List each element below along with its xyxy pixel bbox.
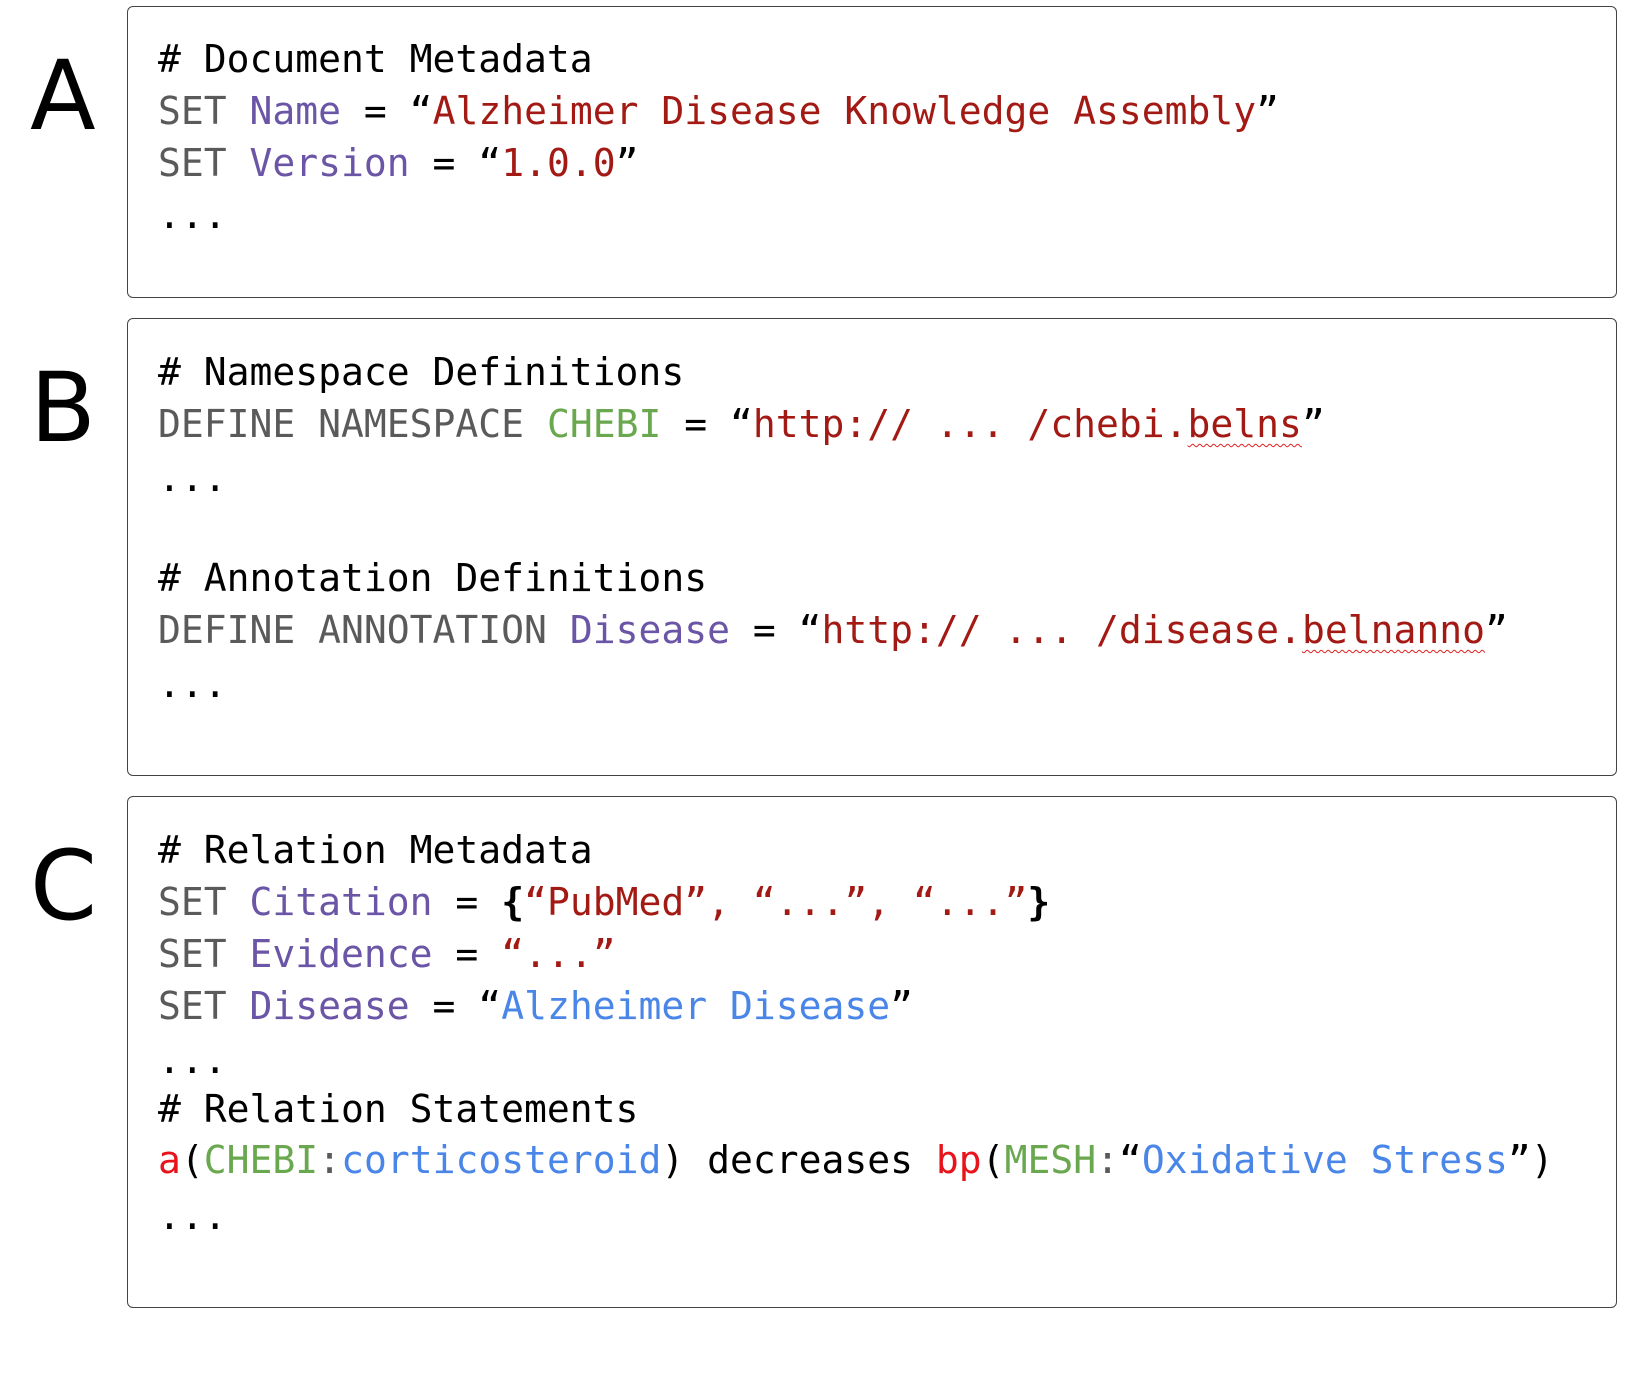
close-brace: } bbox=[1027, 880, 1051, 924]
relation-metadata-heading: # Relation Metadata bbox=[158, 828, 593, 872]
name-value: Alzheimer Disease Knowledge Assembly bbox=[432, 89, 1257, 133]
relation-statement-line: a(CHEBI:corticosteroid) decreases bp(MES… bbox=[158, 1141, 1554, 1179]
document-metadata-heading: # Document Metadata bbox=[158, 37, 593, 81]
define-namespace-line: DEFINE NAMESPACE CHEBI = “http:// ... /c… bbox=[158, 405, 1325, 443]
namespace-colon: : bbox=[318, 1138, 342, 1182]
ellipsis: ... bbox=[158, 662, 227, 706]
citation-values: “PubMed”, “...”, “...” bbox=[524, 880, 1028, 924]
panel-label-b: B bbox=[30, 352, 96, 464]
citation-key: Citation bbox=[249, 880, 433, 924]
namespace-url-extension: belns bbox=[1187, 402, 1302, 446]
set-keyword: SET bbox=[158, 880, 250, 924]
equals-operator: = bbox=[729, 608, 799, 652]
close-quote: ” bbox=[1301, 402, 1325, 446]
equals-operator: = bbox=[432, 880, 502, 924]
abundance-function: a bbox=[158, 1138, 181, 1182]
close-paren: ) bbox=[661, 1138, 708, 1182]
oxidative-stress-term: Oxidative Stress bbox=[1141, 1138, 1508, 1182]
close-quote: ” bbox=[615, 141, 639, 185]
name-key: Name bbox=[249, 89, 342, 133]
disease-value: Alzheimer Disease bbox=[501, 984, 891, 1028]
definitions-box: # Namespace Definitions DEFINE NAMESPACE… bbox=[127, 318, 1617, 776]
chebi-namespace-key: CHEBI bbox=[546, 402, 662, 446]
disease-annotation-key: Disease bbox=[569, 608, 730, 652]
set-keyword: SET bbox=[158, 984, 250, 1028]
equals-operator: = bbox=[432, 932, 502, 976]
equals-operator: = bbox=[661, 402, 730, 446]
set-keyword: SET bbox=[158, 141, 250, 185]
open-brace: { bbox=[501, 880, 525, 924]
set-name-line: SET Name = “Alzheimer Disease Knowledge … bbox=[158, 92, 1279, 130]
evidence-key: Evidence bbox=[249, 932, 433, 976]
set-disease-line: SET Disease = “Alzheimer Disease” bbox=[158, 987, 913, 1025]
open-paren: ( bbox=[981, 1138, 1005, 1182]
relation-decreases: decreases bbox=[707, 1138, 936, 1182]
open-paren: ( bbox=[180, 1138, 204, 1182]
namespace-definitions-heading: # Namespace Definitions bbox=[158, 350, 685, 394]
corticosteroid-term: corticosteroid bbox=[341, 1138, 662, 1182]
open-quote: “ bbox=[409, 89, 433, 133]
version-value: 1.0.0 bbox=[501, 141, 616, 185]
relation-box: # Relation Metadata SET Citation = {“Pub… bbox=[127, 796, 1617, 1308]
equals-operator: = bbox=[341, 89, 410, 133]
close-quote: ” bbox=[1256, 89, 1280, 133]
ellipsis: ... bbox=[158, 456, 227, 500]
ellipsis: ... bbox=[158, 1194, 227, 1238]
close-paren: ) bbox=[1530, 1138, 1554, 1182]
panel-label-c: C bbox=[30, 830, 98, 942]
annotation-definitions-heading: # Annotation Definitions bbox=[158, 556, 708, 600]
annotation-url: http:// ... /disease. bbox=[821, 608, 1302, 652]
set-evidence-line: SET Evidence = “...” bbox=[158, 935, 616, 973]
namespace-url: http:// ... /chebi. bbox=[752, 402, 1188, 446]
close-quote: ” bbox=[1507, 1138, 1531, 1182]
panel-label-a: A bbox=[30, 40, 96, 152]
mesh-namespace: MESH bbox=[1004, 1138, 1097, 1182]
equals-operator: = bbox=[409, 984, 479, 1028]
open-quote: “ bbox=[478, 984, 502, 1028]
close-quote: ” bbox=[890, 984, 914, 1028]
close-quote: ” bbox=[1484, 608, 1508, 652]
open-quote: “ bbox=[1118, 1138, 1142, 1182]
set-keyword: SET bbox=[158, 89, 250, 133]
annotation-url-extension: belnanno bbox=[1301, 608, 1485, 652]
evidence-value: “...” bbox=[501, 932, 616, 976]
open-quote: “ bbox=[729, 402, 753, 446]
disease-key: Disease bbox=[249, 984, 410, 1028]
set-version-line: SET Version = “1.0.0” bbox=[158, 144, 638, 182]
define-namespace-keyword: DEFINE NAMESPACE bbox=[158, 402, 547, 446]
ellipsis: ... bbox=[158, 193, 227, 237]
define-annotation-line: DEFINE ANNOTATION Disease = “http:// ...… bbox=[158, 611, 1508, 649]
chebi-namespace: CHEBI bbox=[203, 1138, 319, 1182]
biological-process-function: bp bbox=[935, 1138, 982, 1182]
equals-operator: = bbox=[409, 141, 479, 185]
relation-statements-heading: # Relation Statements bbox=[158, 1087, 639, 1131]
set-keyword: SET bbox=[158, 932, 250, 976]
set-citation-line: SET Citation = {“PubMed”, “...”, “...”} bbox=[158, 883, 1050, 921]
version-key: Version bbox=[249, 141, 410, 185]
ellipsis: ... bbox=[158, 1038, 227, 1082]
open-quote: “ bbox=[478, 141, 502, 185]
document-metadata-box: # Document Metadata SET Name = “Alzheime… bbox=[127, 6, 1617, 298]
namespace-colon: : bbox=[1096, 1138, 1119, 1182]
open-quote: “ bbox=[798, 608, 822, 652]
define-annotation-keyword: DEFINE ANNOTATION bbox=[158, 608, 570, 652]
